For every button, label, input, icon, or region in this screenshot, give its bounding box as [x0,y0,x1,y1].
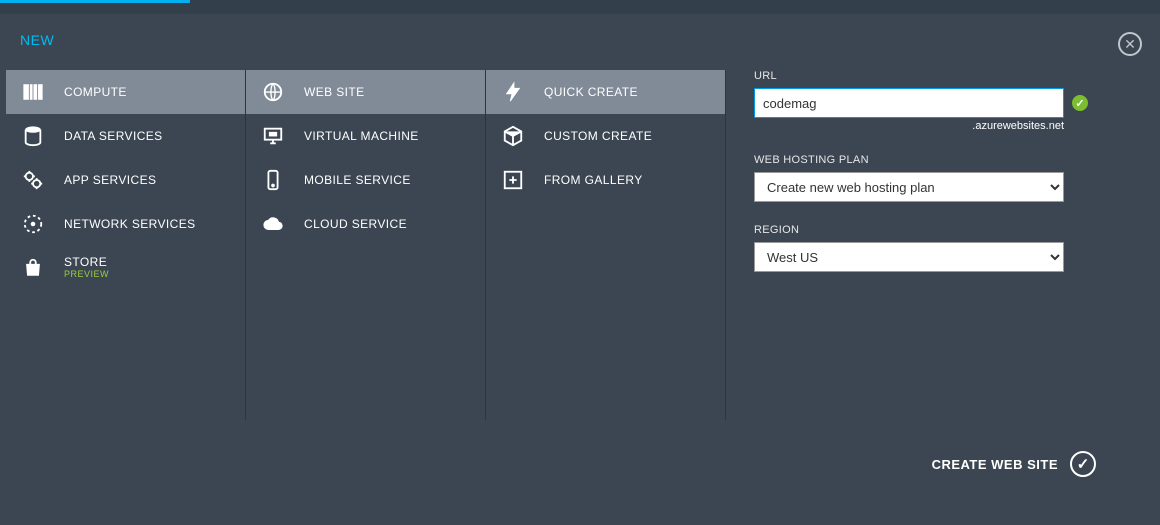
action-label: QUICK CREATE [544,85,638,99]
action-label: CUSTOM CREATE [544,129,652,143]
category-label: NETWORK SERVICES [64,217,196,231]
monitor-icon [260,123,286,149]
service-label: MOBILE SERVICE [304,173,411,187]
dialog-title: NEW [20,32,1140,48]
accent-bar [0,0,190,3]
category-label: COMPUTE [64,85,127,99]
service-mobile-service[interactable]: MOBILE SERVICE [246,158,485,202]
compute-icon [20,79,46,105]
url-input[interactable] [754,88,1064,118]
service-virtual-machine[interactable]: VIRTUAL MACHINE [246,114,485,158]
dialog-header: NEW ✕ [0,14,1160,70]
close-icon: ✕ [1124,37,1136,51]
url-suffix: .azurewebsites.net [754,120,1064,132]
service-label: VIRTUAL MACHINE [304,129,419,143]
gears-icon [20,167,46,193]
action-custom-create[interactable]: CUSTOM CREATE [486,114,725,158]
close-button[interactable]: ✕ [1118,32,1142,56]
bag-icon [20,255,46,281]
gallery-add-icon [500,167,526,193]
preview-tag: PREVIEW [64,270,109,280]
url-field-group: URL .azurewebsites.net [754,70,1096,132]
service-column: WEB SITE VIRTUAL MACHINE MOBILE SERVICE … [246,70,486,420]
region-field-group: REGION West US [754,224,1096,272]
package-icon [500,123,526,149]
category-compute[interactable]: COMPUTE [6,70,245,114]
bolt-icon [500,79,526,105]
valid-check-icon [1072,95,1088,111]
network-icon [20,211,46,237]
category-label: DATA SERVICES [64,129,163,143]
globe-icon [260,79,286,105]
category-label: STORE [64,256,109,269]
footer-actions: CREATE WEB SITE [932,451,1096,477]
url-input-row [754,88,1096,118]
service-cloud-service[interactable]: CLOUD SERVICE [246,202,485,246]
wizard-columns: COMPUTE DATA SERVICES APP SERVICES NETWO… [0,70,1160,420]
top-strip [0,0,1160,14]
action-from-gallery[interactable]: FROM GALLERY [486,158,725,202]
action-quick-create[interactable]: QUICK CREATE [486,70,725,114]
plan-label: WEB HOSTING PLAN [754,154,1096,166]
service-label: WEB SITE [304,85,365,99]
category-data-services[interactable]: DATA SERVICES [6,114,245,158]
mobile-icon [260,167,286,193]
action-label: FROM GALLERY [544,173,643,187]
url-label: URL [754,70,1096,82]
plan-select[interactable]: Create new web hosting plan [754,172,1064,202]
category-store[interactable]: STORE PREVIEW [6,246,245,290]
region-label: REGION [754,224,1096,236]
create-label: CREATE WEB SITE [932,457,1058,472]
form-pane: URL .azurewebsites.net WEB HOSTING PLAN … [726,70,1160,420]
category-label-stack: STORE PREVIEW [64,256,109,279]
category-column: COMPUTE DATA SERVICES APP SERVICES NETWO… [6,70,246,420]
region-select[interactable]: West US [754,242,1064,272]
plan-field-group: WEB HOSTING PLAN Create new web hosting … [754,154,1096,202]
action-column: QUICK CREATE CUSTOM CREATE FROM GALLERY [486,70,726,420]
service-label: CLOUD SERVICE [304,217,407,231]
category-network-services[interactable]: NETWORK SERVICES [6,202,245,246]
create-button[interactable] [1070,451,1096,477]
service-web-site[interactable]: WEB SITE [246,70,485,114]
database-icon [20,123,46,149]
category-label: APP SERVICES [64,173,156,187]
cloud-gear-icon [260,211,286,237]
category-app-services[interactable]: APP SERVICES [6,158,245,202]
